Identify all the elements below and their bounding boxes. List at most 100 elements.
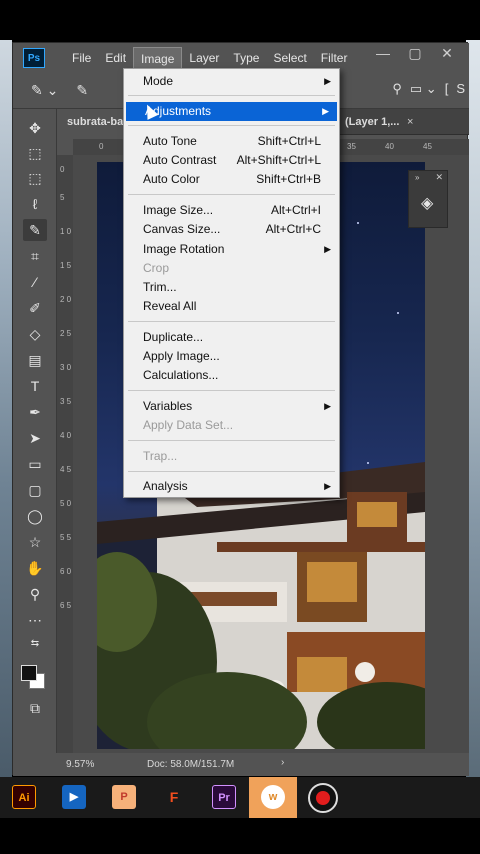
menu-item-analysis[interactable]: Analysis ▶ <box>124 477 339 496</box>
menu-image[interactable]: Image <box>133 47 183 69</box>
illustrator-app-icon[interactable]: Ai <box>12 785 36 809</box>
premiere-app-icon[interactable]: Pr <box>212 785 236 809</box>
menu-item-label: Calculations... <box>143 368 219 382</box>
menu-item-label: Auto Contrast <box>143 153 217 167</box>
photoshop-logo-icon: Ps <box>23 48 45 68</box>
hand-tool-icon[interactable]: ✋ <box>23 557 47 579</box>
close-button[interactable]: ✕ <box>431 45 463 62</box>
figma-app-icon[interactable]: F <box>162 785 186 809</box>
wonder-app-icon[interactable]: w <box>261 785 285 809</box>
document-tab[interactable]: subrata-ba <box>57 109 134 135</box>
menu-item-apply-image[interactable]: Apply Image... <box>124 347 339 366</box>
pen-tool-icon[interactable]: ✒ <box>23 401 47 423</box>
menu-item-label: Auto Tone <box>143 134 197 148</box>
document-tab-layer-info[interactable]: (Layer 1,... <box>345 109 399 135</box>
menu-item-adjustments[interactable]: Adjustments ▶ <box>126 102 337 121</box>
gradient-tool-icon[interactable]: ▤ <box>23 349 47 371</box>
ruler-label: 5 5 <box>60 533 72 542</box>
submenu-arrow-icon: ▶ <box>324 244 331 254</box>
more-tools-icon[interactable]: ⋯ <box>23 609 47 631</box>
menu-edit[interactable]: Edit <box>98 47 133 69</box>
rounded-rectangle-tool-icon[interactable]: ▢ <box>23 479 47 501</box>
eyedropper-tool-icon[interactable]: ⁄ <box>23 271 47 293</box>
menu-item-apply-data-set: Apply Data Set... <box>124 416 339 435</box>
menu-item-calculations[interactable]: Calculations... <box>124 366 339 385</box>
menu-item-duplicate[interactable]: Duplicate... <box>124 328 339 347</box>
menu-item-mode[interactable]: Mode ▶ <box>124 72 339 91</box>
ruler-label: 2 5 <box>60 329 72 338</box>
screen: Ps File Edit Image Layer Type Select Fil… <box>0 0 480 854</box>
menu-layer[interactable]: Layer <box>182 47 226 69</box>
menu-item-auto-contrast[interactable]: Auto Contrast Alt+Shift+Ctrl+L <box>124 151 339 170</box>
crop-tool-icon[interactable]: ⌗ <box>23 245 47 267</box>
menu-item-trim[interactable]: Trim... <box>124 278 339 297</box>
move-tool-icon[interactable]: ✥ <box>23 117 47 139</box>
ruler-label: 40 <box>385 142 394 151</box>
rectangle-option-icon[interactable]: ▭ ⌄ <box>410 81 437 97</box>
brush-preset-icon[interactable]: ✎ ⌄ <box>31 82 58 99</box>
menu-item-label: Mode <box>143 74 174 88</box>
custom-shape-tool-icon[interactable]: ☆ <box>23 531 47 553</box>
quick-mask-icon[interactable]: ⧉ <box>23 697 47 719</box>
ellipse-tool-icon[interactable]: ◯ <box>23 505 47 527</box>
menu-separator <box>128 440 335 441</box>
menu-item-auto-tone[interactable]: Auto Tone Shift+Ctrl+L <box>124 132 339 151</box>
brush-tool-icon[interactable]: ✐ <box>23 297 47 319</box>
quick-selection-mode-icon[interactable]: ✎ <box>76 82 88 99</box>
ruler-label: 3 5 <box>60 397 72 406</box>
menu-item-label: Image Size... <box>143 203 214 217</box>
rectangle-tool-icon[interactable]: ▭ <box>23 453 47 475</box>
menu-separator <box>128 471 335 472</box>
ruler-label: 1 5 <box>60 261 72 270</box>
menu-item-image-size[interactable]: Image Size... Alt+Ctrl+I <box>124 201 339 220</box>
ruler-label: 2 0 <box>60 295 72 304</box>
ruler-label: 6 5 <box>60 601 72 610</box>
zoom-icon[interactable]: ⚲ <box>392 81 402 97</box>
menu-item-reveal-all[interactable]: Reveal All <box>124 297 339 316</box>
artboard-tool-icon[interactable]: ⬚ <box>23 142 47 164</box>
menu-select[interactable]: Select <box>266 47 313 69</box>
quick-selection-tool-icon[interactable]: ✎ <box>23 219 47 241</box>
submenu-arrow-icon: ▶ <box>324 481 331 491</box>
powerpoint-app-icon[interactable]: P <box>112 785 136 809</box>
menu-item-label: Apply Image... <box>143 349 220 363</box>
menu-item-label: Image Rotation <box>143 242 225 256</box>
swap-colors-icon[interactable]: ⇆ <box>23 633 47 655</box>
ruler-label: 35 <box>347 142 356 151</box>
menu-item-variables[interactable]: Variables ▶ <box>124 397 339 416</box>
submenu-arrow-icon: ▶ <box>324 401 331 411</box>
path-selection-tool-icon[interactable]: ➤ <box>23 427 47 449</box>
collapse-icon[interactable]: » <box>415 173 419 182</box>
ps-express-app-icon[interactable]: ▶ <box>62 785 86 809</box>
menu-item-canvas-size[interactable]: Canvas Size... Alt+Ctrl+C <box>124 220 339 239</box>
menu-item-auto-color[interactable]: Auto Color Shift+Ctrl+B <box>124 170 339 189</box>
menu-item-label: Auto Color <box>143 172 200 186</box>
ruler-label: 0 <box>60 165 65 174</box>
screen-recorder-button[interactable] <box>308 783 338 813</box>
menu-type[interactable]: Type <box>226 47 266 69</box>
maximize-button[interactable]: ▢ <box>399 45 431 62</box>
s-letter-icon[interactable]: S <box>456 81 465 97</box>
eraser-tool-icon[interactable]: ◇ <box>23 323 47 345</box>
ruler-label: 4 5 <box>60 465 72 474</box>
tools-panel: ✥ ⬚ ⬚ ℓ ✎ ⌗ ⁄ ✐ ◇ ▤ T ✒ ➤ ▭ ▢ ◯ ☆ ✋ ⚲ ⋯ … <box>13 109 57 753</box>
type-tool-icon[interactable]: T <box>23 375 47 397</box>
zoom-level[interactable]: 9.57% <box>66 759 94 770</box>
zoom-tool-icon[interactable]: ⚲ <box>23 583 47 605</box>
minimize-button[interactable]: — <box>367 45 399 62</box>
tab-close-icon[interactable]: × <box>407 109 413 135</box>
ruler-label: 5 0 <box>60 499 72 508</box>
menu-item-trap: Trap... <box>124 447 339 466</box>
lasso-tool-icon[interactable]: ℓ <box>23 193 47 215</box>
status-menu-arrow[interactable]: › <box>281 757 284 768</box>
bracket-icon[interactable]: [ <box>445 81 449 97</box>
menu-filter[interactable]: Filter <box>314 47 355 69</box>
menu-item-shortcut: Alt+Ctrl+I <box>270 203 321 217</box>
layers-icon[interactable]: ◈ <box>421 193 433 213</box>
menu-file[interactable]: File <box>65 47 98 69</box>
panel-close-icon[interactable]: ✕ <box>435 172 443 183</box>
menu-item-label: Trap... <box>143 449 178 463</box>
menu-item-image-rotation[interactable]: Image Rotation ▶ <box>124 240 339 259</box>
marquee-tool-icon[interactable]: ⬚ <box>23 167 47 189</box>
foreground-color-swatch[interactable] <box>21 665 37 681</box>
